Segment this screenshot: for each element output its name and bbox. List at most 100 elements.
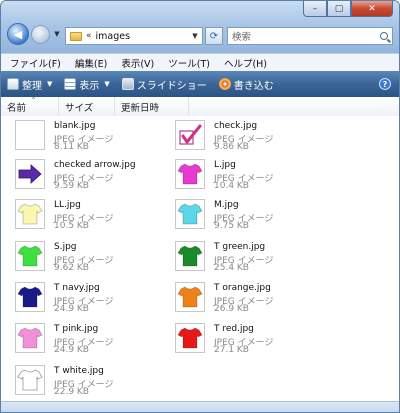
file-item[interactable]: M.jpg JPEG イメージ 9.75 KB [164,196,354,234]
back-button[interactable]: ◀ [7,23,29,45]
disc-icon [218,78,231,90]
explorer-window: – ▢ ✕ ◀ ▶ ▼ « images ▼ ⟳ 検索 ファイル(F) 編集(E… [0,0,400,413]
file-size: 8.11 KB [54,142,89,152]
menu-tools[interactable]: ツール(T) [163,56,215,70]
chevron-down-icon[interactable]: ▼ [188,28,202,44]
column-header-size-label: サイズ [65,102,94,114]
slideshow-button[interactable]: スライドショー [116,73,213,95]
view-button[interactable]: 表示 ▼ [58,73,115,95]
column-header-name[interactable]: 名前 ^ [1,97,59,116]
maximize-button[interactable]: ▢ [327,1,351,17]
title-bar: – ▢ ✕ ◀ ▶ ▼ « images ▼ ⟳ 検索 [1,1,399,53]
view-icon [64,78,77,90]
checkmark-icon [175,120,205,150]
file-size: 9.75 KB [214,221,249,231]
address-bar[interactable]: « images ▼ [65,27,203,45]
file-size: 9.62 KB [54,263,89,273]
forward-arrow-icon: ▶ [37,29,44,39]
column-header-modified[interactable]: 更新日時 [115,97,189,116]
menu-edit[interactable]: 編集(E) [70,56,112,70]
breadcrumb-overflow[interactable]: « [86,31,92,41]
view-label: 表示 [79,80,100,92]
chevron-down-icon: ▼ [47,80,53,88]
file-name: T red.jpg [214,324,254,334]
status-bar [1,401,399,412]
file-size: 27.1 KB [214,345,249,355]
file-name: L.jpg [214,160,236,170]
file-item[interactable]: check.jpg JPEG イメージ 9.86 KB [164,117,354,155]
file-name: T navy.jpg [54,283,100,293]
organize-button[interactable]: 整理 ▼ [1,73,58,95]
navigation-buttons: ◀ ▶ ▼ [7,23,63,45]
file-name: T pink.jpg [54,324,99,334]
column-headers: 名前 ^ サイズ 更新日時 [1,97,399,117]
tshirt-icon [15,241,45,271]
window-controls: – ▢ ✕ [303,1,393,18]
slideshow-icon [121,78,134,90]
file-name: LL.jpg [54,200,81,210]
tshirt-icon [175,282,205,312]
search-box[interactable]: 検索 [227,27,393,45]
tshirt-icon [15,199,45,229]
arrow-icon [15,159,45,189]
search-input[interactable]: 検索 [228,29,251,43]
chevron-down-icon: ▼ [104,80,110,88]
blank-image-icon [15,120,45,150]
column-header-name-label: 名前 [7,102,27,114]
menu-view[interactable]: 表示(V) [116,56,159,70]
file-list: blank.jpg JPEG イメージ 8.11 KB check.jpg JPEG イ… [1,116,399,401]
burn-label: 書き込む [233,80,274,92]
burn-button[interactable]: 書き込む [213,73,280,95]
file-item[interactable]: T red.jpg JPEG イメージ 27.1 KB [164,320,354,358]
file-item[interactable]: T orange.jpg JPEG イメージ 26.9 KB [164,279,354,317]
file-item[interactable]: L.jpg JPEG イメージ 10.4 KB [164,156,354,194]
file-item[interactable]: T white.jpg JPEG イメージ 22.9 KB [4,362,194,400]
close-button[interactable]: ✕ [351,1,393,17]
search-icon [380,32,388,40]
file-size: 24.9 KB [54,345,89,355]
file-name: S.jpg [54,242,77,252]
file-name: blank.jpg [54,121,96,131]
folder-icon [70,31,82,41]
tshirt-icon [175,323,205,353]
tshirt-icon [175,199,205,229]
file-name: checked arrow.jpg [54,160,136,170]
column-header-size[interactable]: サイズ [59,97,115,116]
refresh-button[interactable]: ⟳ [205,27,223,45]
file-name: T green.jpg [214,242,266,252]
file-size: 22.9 KB [54,387,89,397]
tshirt-icon [15,323,45,353]
help-icon[interactable]: ? [379,78,391,90]
slideshow-label: スライドショー [136,80,207,92]
recent-pages-dropdown[interactable]: ▼ [51,30,63,38]
organize-icon [7,78,19,90]
file-size: 26.9 KB [214,304,249,314]
forward-button[interactable]: ▶ [31,24,50,44]
tshirt-icon [15,282,45,312]
file-item[interactable]: T green.jpg JPEG イメージ 25.4 KB [164,238,354,276]
back-arrow-icon: ◀ [13,27,23,41]
file-name: T white.jpg [54,366,104,376]
file-name: check.jpg [214,121,258,131]
tshirt-icon [15,365,45,395]
file-name: T orange.jpg [214,283,271,293]
minimize-button[interactable]: – [303,1,327,17]
file-size: 24.9 KB [54,304,89,314]
menu-bar: ファイル(F) 編集(E) 表示(V) ツール(T) ヘルプ(H) [1,53,399,72]
organize-label: 整理 [22,80,42,92]
file-size: 9.86 KB [214,142,249,152]
file-size: 25.4 KB [214,263,249,273]
file-size: 10.4 KB [214,181,249,191]
sort-ascending-icon: ^ [31,97,37,104]
tshirt-icon [175,241,205,271]
menu-file[interactable]: ファイル(F) [5,56,66,70]
address-path[interactable]: images [96,31,131,42]
menu-help[interactable]: ヘルプ(H) [219,56,272,70]
file-name: M.jpg [214,200,239,210]
command-bar: 整理 ▼ 表示 ▼ スライドショー 書き込む ? [1,71,399,97]
file-size: 9.59 KB [54,181,89,191]
file-size: 10.5 KB [54,221,89,231]
tshirt-icon [175,159,205,189]
column-header-modified-label: 更新日時 [121,102,160,114]
refresh-icon: ⟳ [209,30,219,42]
